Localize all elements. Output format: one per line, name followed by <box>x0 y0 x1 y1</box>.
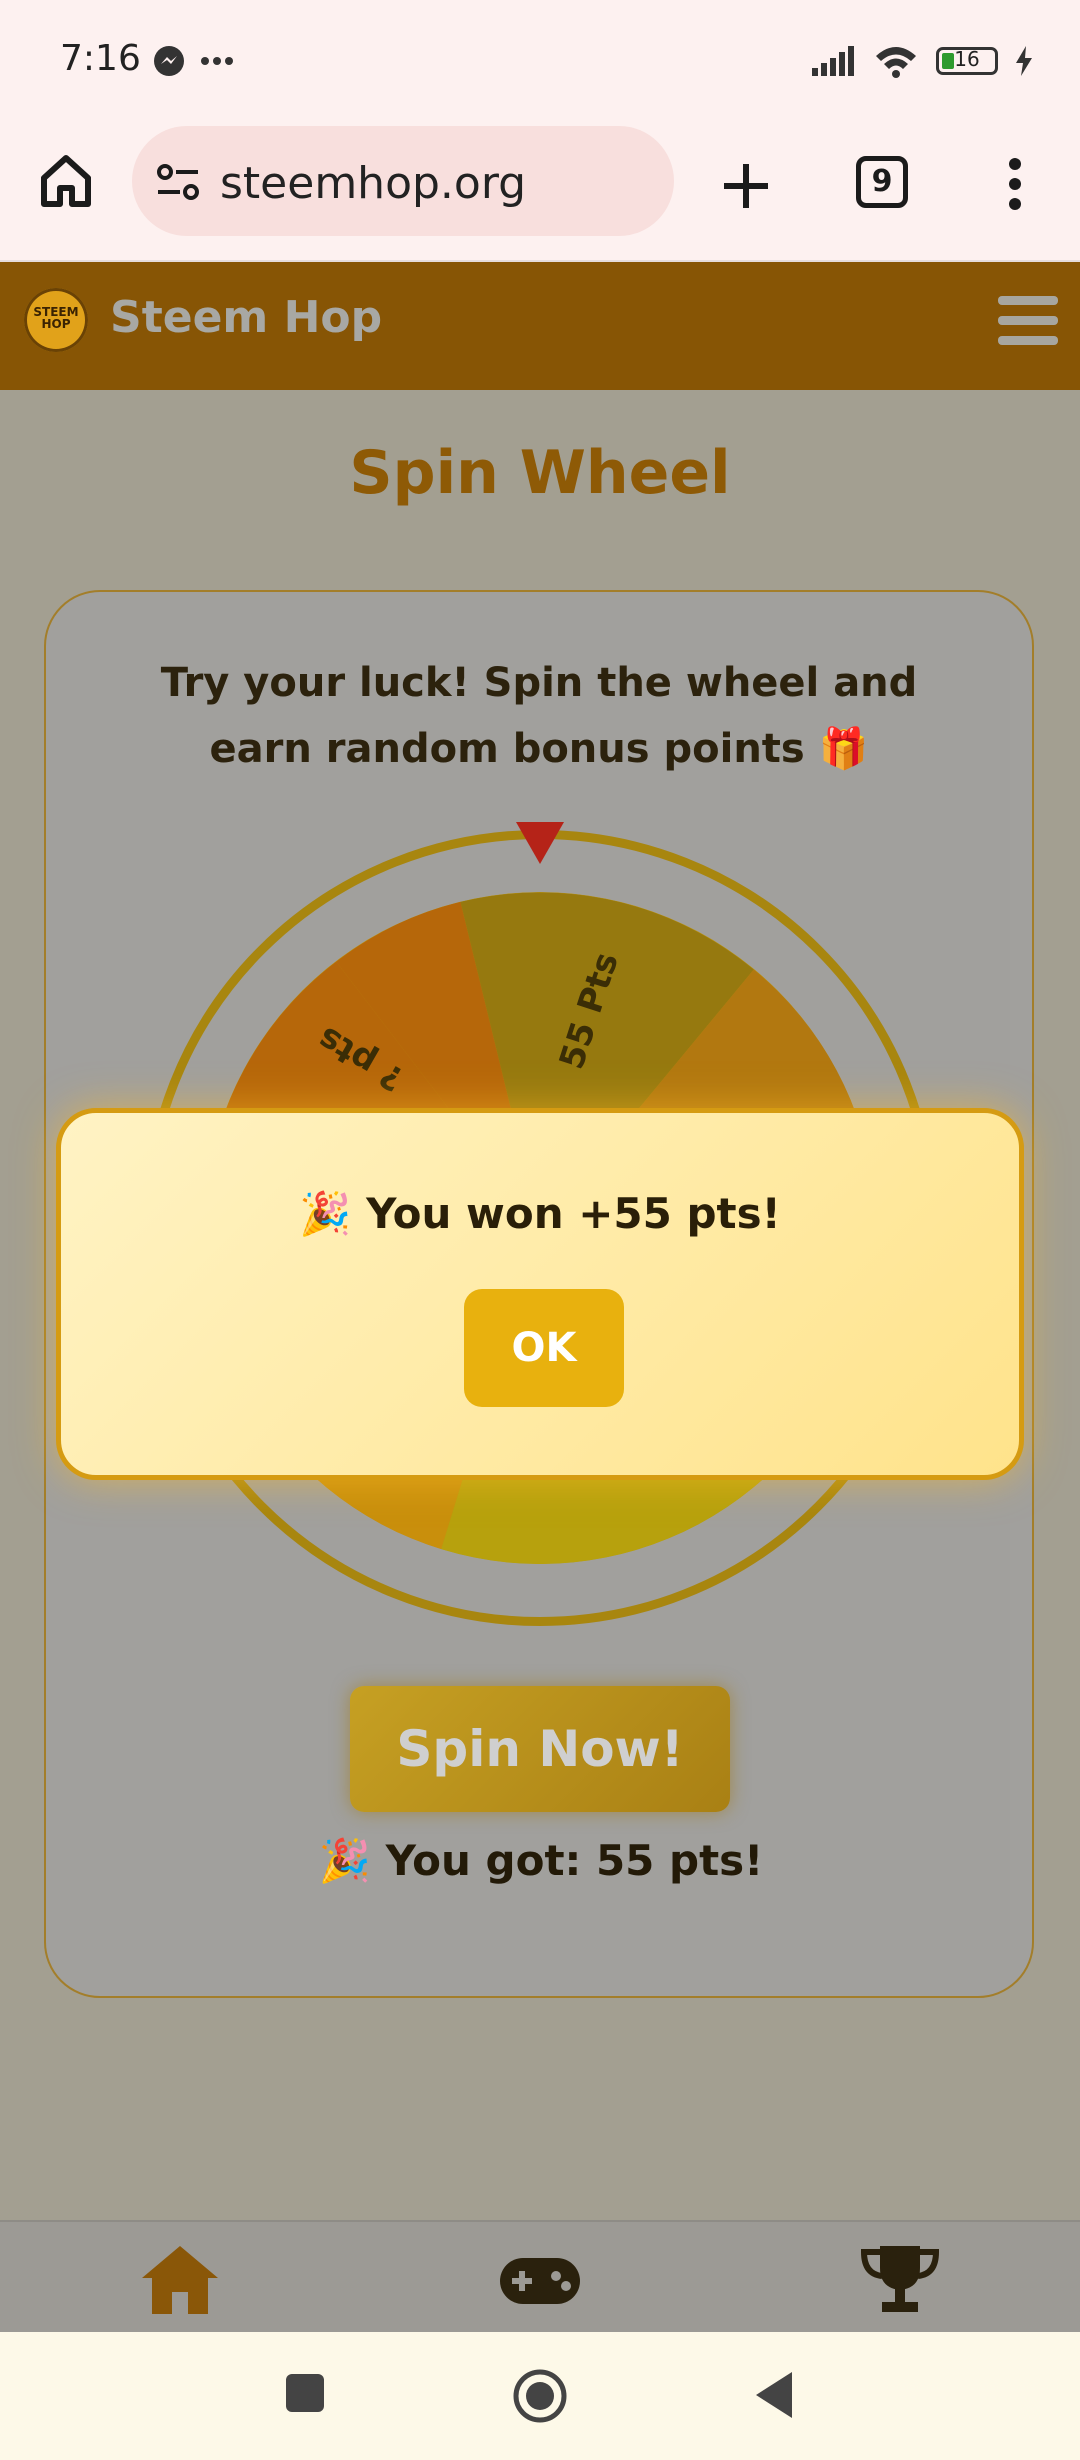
browser-menu-icon[interactable] <box>1000 154 1030 214</box>
gamepad-icon[interactable] <box>500 2242 580 2318</box>
hamburger-menu-icon[interactable] <box>998 296 1058 346</box>
new-tab-icon[interactable] <box>716 156 776 216</box>
spin-now-button[interactable]: Spin Now! <box>350 1686 730 1812</box>
win-dialog: 🎉 You won +55 pts! OK <box>56 1108 1024 1480</box>
charging-icon <box>1016 46 1032 76</box>
app-logo[interactable]: STEEM HOP <box>24 288 88 352</box>
system-home-icon[interactable] <box>512 2368 568 2424</box>
spin-description: Try your luck! Spin the wheel and earn r… <box>160 660 918 772</box>
status-system-icons: 16 <box>812 44 1032 78</box>
wifi-icon <box>876 47 916 78</box>
status-notification-icons <box>152 44 234 78</box>
status-time: 7:16 <box>60 38 141 79</box>
app-header: STEEM HOP Steem Hop <box>0 262 1080 390</box>
win-message: 🎉 You won +55 pts! <box>299 1189 781 1238</box>
battery-level: 16 <box>954 47 980 71</box>
address-bar[interactable]: steemhop.org <box>132 126 674 236</box>
tab-switcher-button[interactable]: 9 <box>856 156 908 208</box>
browser-home-icon[interactable] <box>36 150 96 210</box>
back-icon[interactable] <box>752 2370 796 2420</box>
ok-button[interactable]: OK <box>464 1289 624 1407</box>
home-icon[interactable] <box>140 2242 220 2318</box>
trophy-icon[interactable] <box>860 2242 940 2318</box>
page-title: Spin Wheel <box>349 438 731 508</box>
url-text[interactable]: steemhop.org <box>220 158 526 209</box>
wheel-pointer-icon <box>516 822 564 864</box>
messenger-icon <box>154 46 184 76</box>
battery-icon: 16 <box>936 47 998 75</box>
system-navigation-bar <box>0 2332 1080 2460</box>
app-title[interactable]: Steem Hop <box>110 292 382 343</box>
site-settings-icon[interactable] <box>156 162 200 202</box>
more-notifications-icon <box>201 57 233 65</box>
browser-toolbar: steemhop.org 9 <box>0 120 1080 262</box>
signal-icon <box>812 46 854 76</box>
status-bar: 7:16 16 <box>0 0 1080 120</box>
recents-icon[interactable] <box>284 2372 326 2414</box>
bottom-navigation <box>0 2220 1080 2334</box>
spin-result: 🎉 You got: 55 pts! <box>318 1836 764 1885</box>
